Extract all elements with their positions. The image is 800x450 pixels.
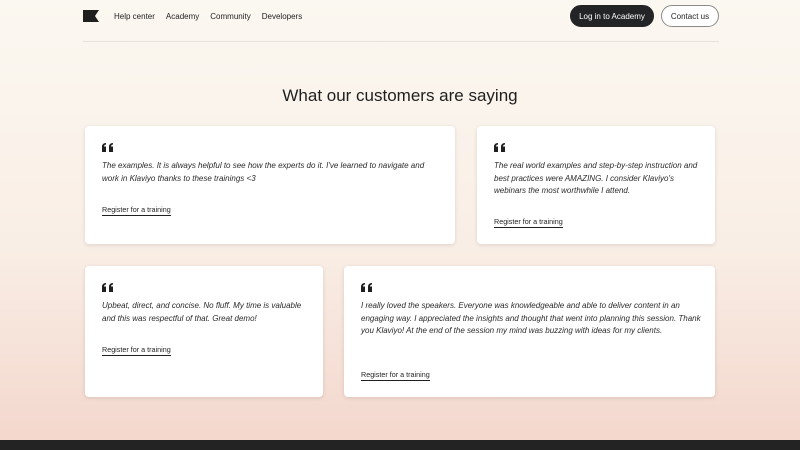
nav-link-developers[interactable]: Developers	[262, 12, 302, 21]
section-title: What our customers are saying	[282, 86, 518, 105]
testimonial-card: The real world examples and step-by-step…	[477, 126, 715, 244]
footer-bar	[0, 440, 800, 450]
testimonial-quote: The examples. It is always helpful to se…	[102, 161, 425, 183]
testimonial-quote: I really loved the speakers. Everyone wa…	[361, 301, 701, 335]
register-training-link[interactable]: Register for a training	[494, 217, 563, 228]
testimonial-card: Upbeat, direct, and concise. No fluff. M…	[85, 266, 323, 397]
nav-actions: Log in to Academy Contact us	[570, 5, 719, 27]
nav-links: Help center Academy Community Developers	[114, 12, 302, 21]
contact-us-button[interactable]: Contact us	[661, 5, 719, 27]
register-training-link[interactable]: Register for a training	[102, 345, 171, 356]
register-training-link[interactable]: Register for a training	[102, 205, 171, 216]
testimonial-card: I really loved the speakers. Everyone wa…	[344, 266, 715, 397]
register-training-link[interactable]: Register for a training	[361, 370, 430, 381]
top-navigation: Help center Academy Community Developers…	[83, 4, 719, 28]
header-divider	[83, 41, 719, 42]
klaviyo-flag-logo-icon[interactable]	[83, 10, 99, 22]
quote-mark-icon	[494, 143, 505, 152]
nav-link-help-center[interactable]: Help center	[114, 12, 155, 21]
testimonial-quote: The real world examples and step-by-step…	[494, 161, 698, 195]
testimonial-card: The examples. It is always helpful to se…	[85, 126, 455, 244]
quote-mark-icon	[361, 283, 372, 292]
quote-mark-icon	[102, 143, 113, 152]
login-academy-button[interactable]: Log in to Academy	[570, 5, 654, 27]
testimonial-quote: Upbeat, direct, and concise. No fluff. M…	[102, 301, 302, 323]
quote-mark-icon	[102, 283, 113, 292]
nav-link-academy[interactable]: Academy	[166, 12, 199, 21]
nav-link-community[interactable]: Community	[210, 12, 250, 21]
